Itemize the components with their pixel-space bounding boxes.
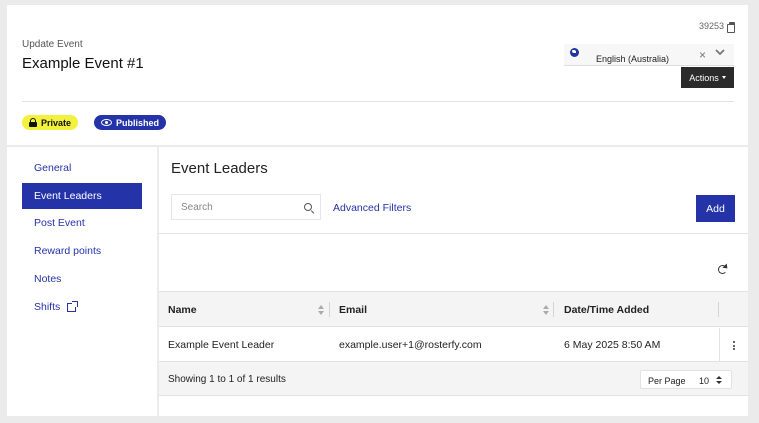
- private-badge-label: Private: [41, 117, 72, 128]
- sidebar-item-label: Post Event: [34, 217, 85, 229]
- page-title: Example Event #1: [22, 55, 144, 72]
- event-id-value: 39253: [698, 21, 724, 31]
- cell-email: example.user+1@rosterfy.com: [339, 339, 482, 351]
- column-divider: [553, 302, 554, 317]
- refresh-icon[interactable]: [718, 265, 727, 274]
- sidebar-item-event-leaders[interactable]: Event Leaders: [22, 183, 142, 209]
- per-page-value: 10: [699, 376, 710, 386]
- row-actions[interactable]: [719, 328, 748, 362]
- globe-icon: [570, 48, 579, 57]
- table-toolbar: [159, 235, 748, 292]
- actions-button[interactable]: Actions: [681, 67, 734, 88]
- sort-icon[interactable]: [318, 305, 324, 315]
- per-page-label: Per Page: [648, 376, 686, 386]
- cell-date-added: 6 May 2025 8:50 AM: [564, 339, 661, 351]
- table-row[interactable]: Example Event Leader example.user+1@rost…: [159, 328, 748, 362]
- header-divider: [22, 101, 734, 102]
- sidebar-item-notes[interactable]: Notes: [22, 266, 142, 292]
- sidebar-item-label: Event Leaders: [34, 190, 102, 202]
- lock-icon: [29, 118, 37, 127]
- main-panel: Event Leaders Advanced Filters Add Name …: [159, 147, 748, 416]
- private-badge: Private: [22, 115, 79, 130]
- sidebar: General Event Leaders Post Event Reward …: [7, 147, 157, 416]
- sidebar-item-label: General: [34, 162, 72, 174]
- eye-icon: [101, 119, 112, 126]
- main-header: Event Leaders Advanced Filters Add: [159, 147, 748, 234]
- sidebar-item-label: Notes: [34, 273, 62, 285]
- sidebar-item-reward-points[interactable]: Reward points: [22, 238, 142, 264]
- table-footer: Showing 1 to 1 of 1 results Per Page 10: [159, 362, 748, 396]
- sidebar-item-post-event[interactable]: Post Event: [22, 210, 142, 236]
- search-icon[interactable]: [304, 203, 312, 211]
- actions-label: Actions: [689, 72, 719, 83]
- sort-icon[interactable]: [543, 305, 549, 315]
- published-badge: Published: [94, 115, 167, 130]
- external-link-icon: [67, 300, 79, 312]
- per-page-select[interactable]: Per Page 10: [640, 370, 732, 389]
- copy-icon[interactable]: [727, 21, 735, 33]
- select-arrows-icon: [716, 376, 722, 385]
- published-badge-label: Published: [116, 117, 160, 128]
- caret-down-icon: [721, 76, 726, 79]
- search-input[interactable]: [171, 194, 321, 220]
- column-divider: [329, 302, 330, 317]
- add-button[interactable]: Add: [696, 195, 735, 222]
- cell-name: Example Event Leader: [168, 339, 275, 351]
- language-value: English (Australia): [596, 54, 670, 64]
- column-header-date-added[interactable]: Date/Time Added: [564, 292, 649, 327]
- column-divider: [718, 302, 719, 317]
- table-header: Name Email Date/Time Added: [159, 292, 748, 327]
- event-header-card: 39253 Update Event Example Event #1 Engl…: [7, 5, 748, 145]
- results-summary: Showing 1 to 1 of 1 results: [168, 373, 286, 385]
- sidebar-item-label: Reward points: [34, 245, 102, 257]
- advanced-filters-link[interactable]: Advanced Filters: [333, 202, 411, 214]
- event-id[interactable]: 39253: [698, 21, 735, 33]
- language-select[interactable]: English (Australia) ×: [564, 44, 734, 66]
- sidebar-item-general[interactable]: General: [22, 155, 142, 181]
- clear-icon[interactable]: ×: [699, 49, 706, 61]
- column-header-name[interactable]: Name: [168, 292, 197, 327]
- sidebar-item-shifts[interactable]: Shifts: [22, 294, 142, 320]
- update-label: Update Event: [22, 39, 83, 50]
- section-title: Event Leaders: [171, 160, 268, 177]
- sidebar-item-label: Shifts: [34, 301, 61, 313]
- column-header-email[interactable]: Email: [339, 292, 367, 327]
- chevron-down-icon[interactable]: [715, 47, 725, 57]
- kebab-menu-icon[interactable]: [733, 341, 735, 350]
